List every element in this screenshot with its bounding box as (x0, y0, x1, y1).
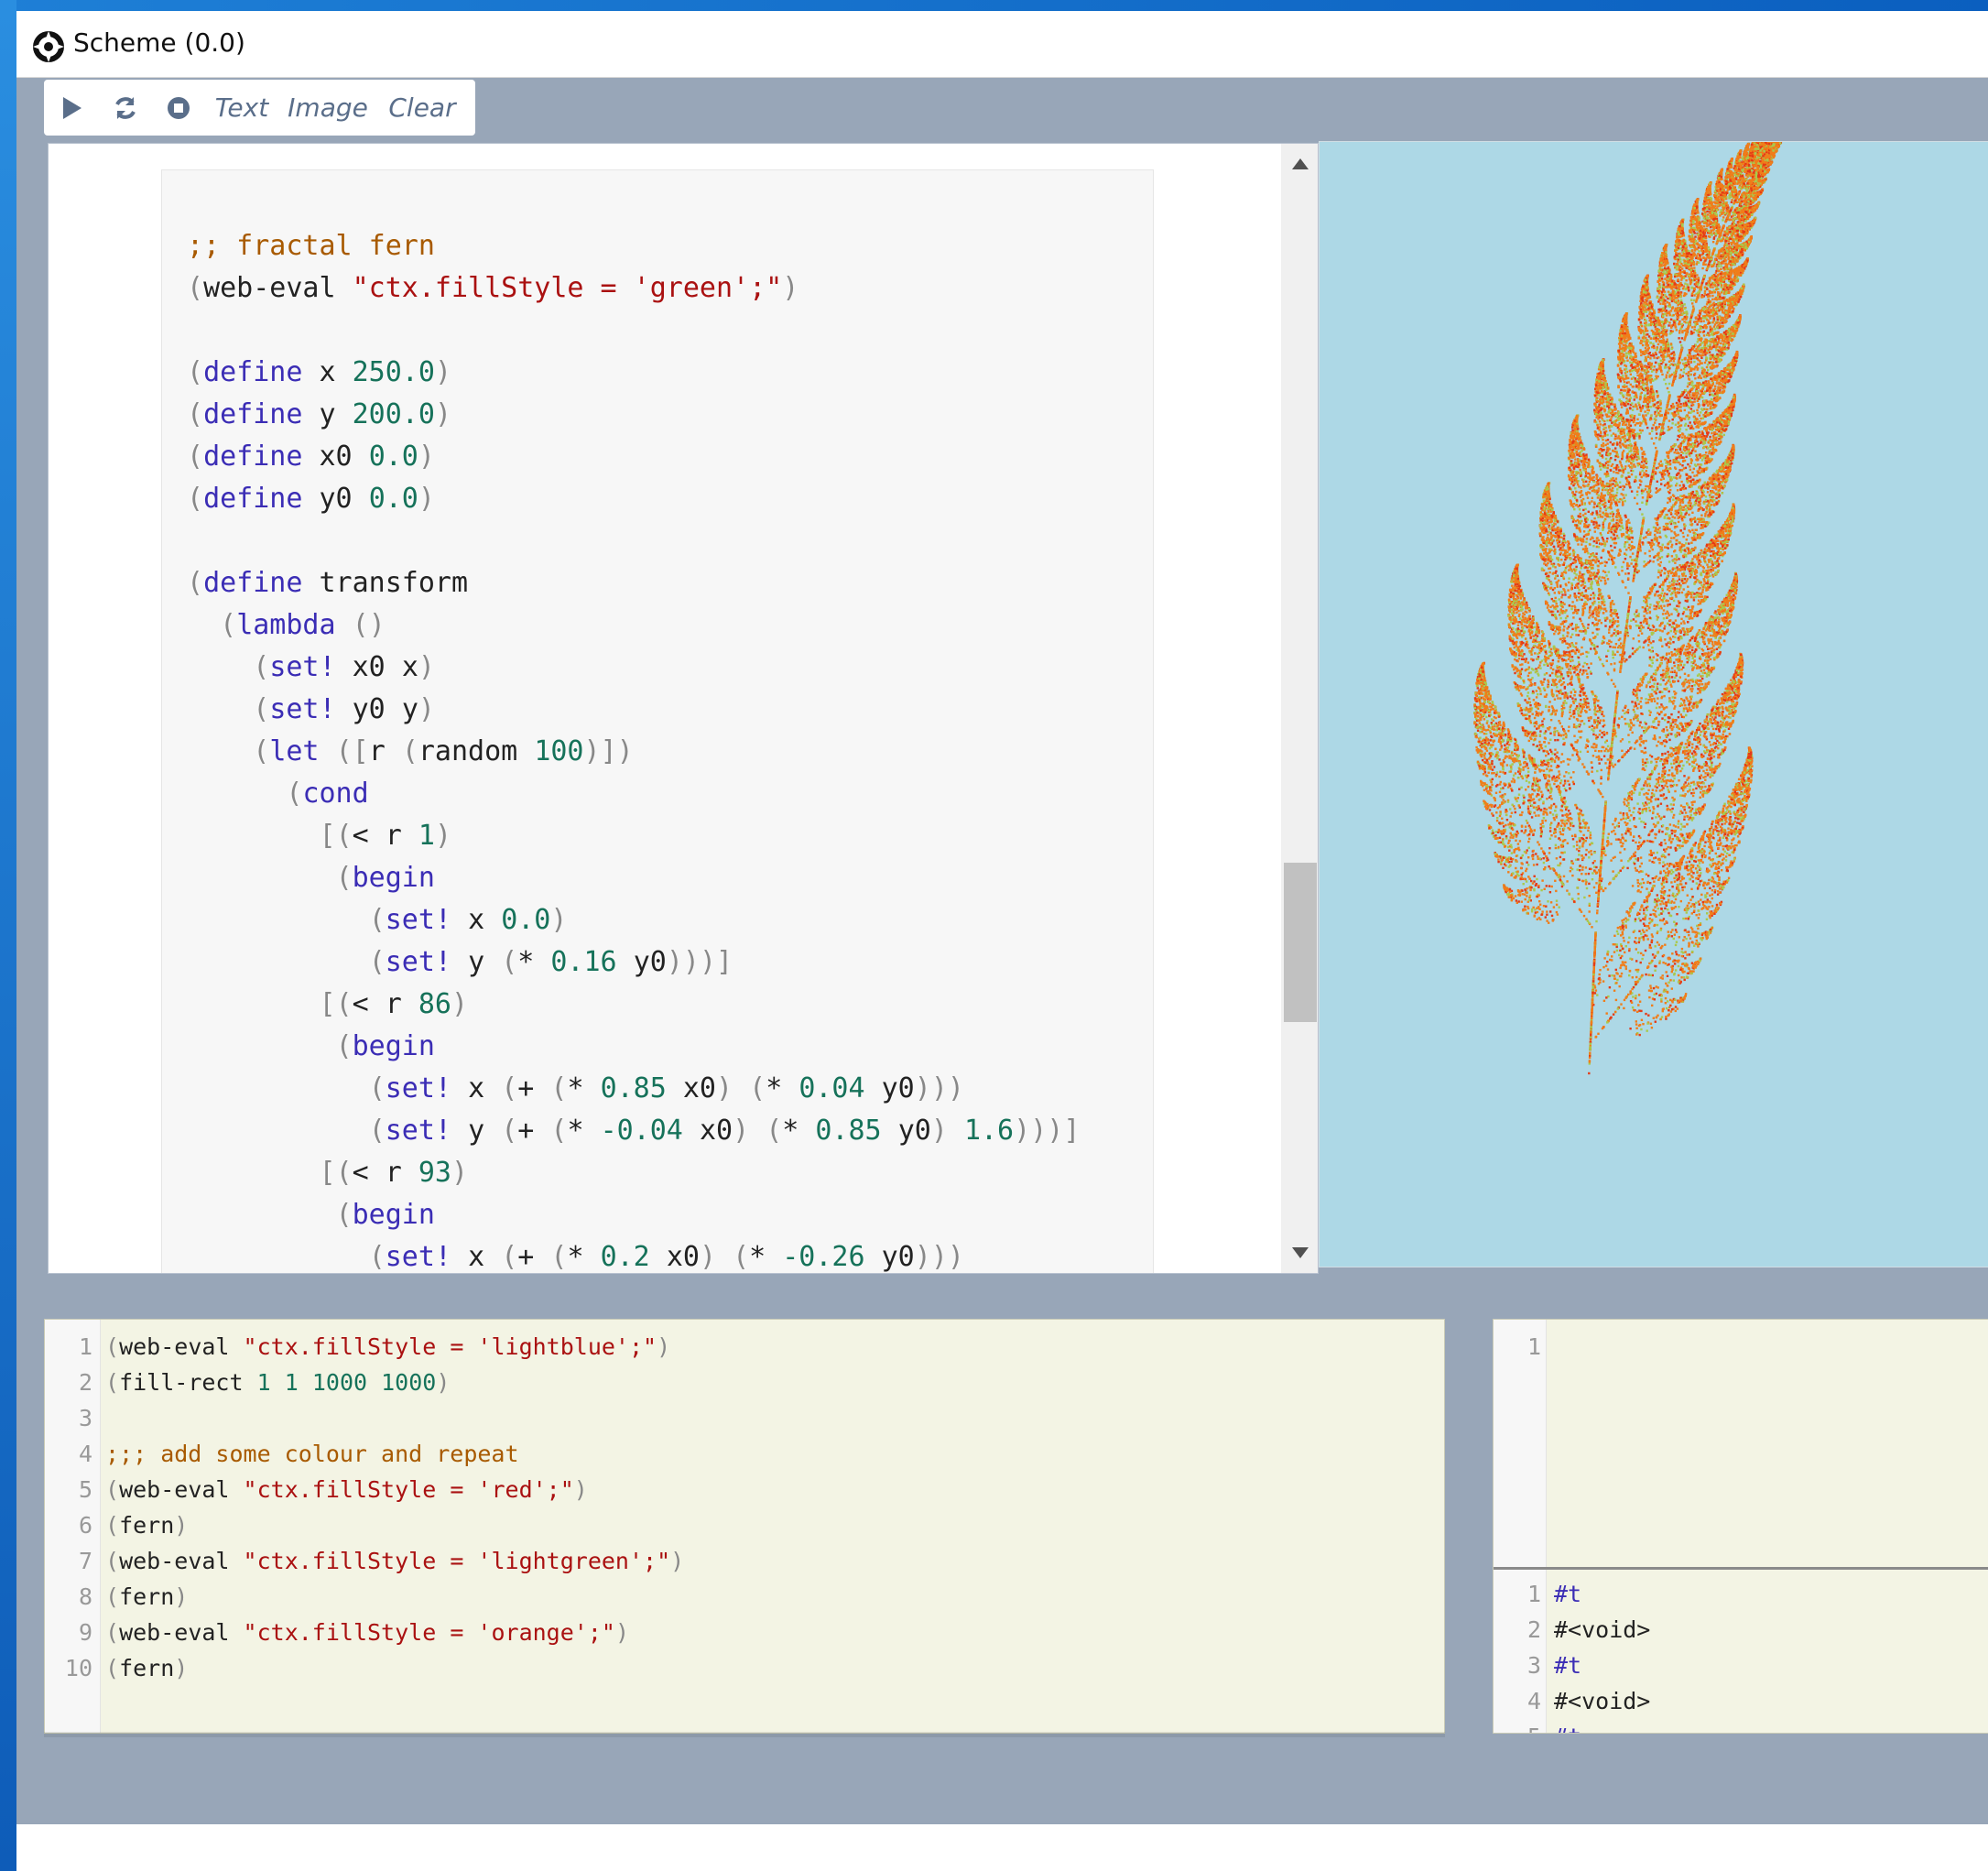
line-number: 7 (45, 1543, 105, 1579)
code-line: (set! x0 x) (187, 651, 435, 683)
code-line: (begin (187, 1030, 435, 1062)
line-number: 9 (45, 1615, 105, 1650)
text-button[interactable]: Text (214, 80, 269, 136)
result-line: #<void> (1554, 1688, 1650, 1714)
editor-scrollbar[interactable] (1281, 144, 1318, 1273)
result-line: #t (1554, 1581, 1581, 1607)
line-number: 4 (45, 1436, 105, 1472)
image-button-label: Image (288, 92, 368, 123)
repl-shadow (44, 1732, 1445, 1737)
code-line: (lambda () (187, 609, 386, 641)
repl-code-text[interactable]: 1 (web-eval "ctx.fillStyle = 'lightblue';… (45, 1329, 684, 1686)
title-bar[interactable]: Scheme (0.0) (16, 11, 1988, 78)
clear-button[interactable]: Clear (388, 80, 456, 136)
app-window: Scheme (0.0) Text Image Clear ;; fractal… (16, 11, 1988, 1871)
repl-line: (fern) (105, 1655, 188, 1681)
code-line: (set! x (+ (* 0.2 x0) (* -0.26 y0))) (187, 1241, 964, 1273)
desktop-background-top (0, 0, 1988, 11)
result-line: #t (1554, 1652, 1581, 1679)
run-button[interactable] (57, 80, 88, 136)
scheme-app-icon (33, 31, 64, 62)
code-line: ;; fractal fern (187, 230, 435, 262)
line-number: 1 (45, 1329, 105, 1365)
code-line: (begin (187, 862, 435, 894)
image-button[interactable]: Image (288, 80, 368, 136)
line-number: 3 (45, 1400, 105, 1436)
code-text[interactable]: ;; fractal fern (web-eval "ctx.fillStyle… (187, 225, 1081, 1273)
reload-button[interactable] (110, 80, 141, 136)
code-line: (define y 200.0) (187, 398, 451, 430)
code-line: (set! y (* 0.16 y0)))] (187, 946, 733, 978)
result-line: #t (1554, 1724, 1581, 1733)
code-editor[interactable]: ;; fractal fern (web-eval "ctx.fillStyle… (48, 143, 1319, 1274)
line-number: 6 (45, 1507, 105, 1543)
result-line: #<void> (1554, 1616, 1650, 1643)
output-panel: 1 1#t 2#<void> 3#t 4#<void> 5#t (1493, 1319, 1988, 1734)
repl-line: ;;; add some colour and repeat (105, 1441, 519, 1467)
code-line: (set! x 0.0) (187, 904, 568, 936)
code-block[interactable]: ;; fractal fern (web-eval "ctx.fillStyle… (161, 169, 1154, 1273)
code-line: (set! x (+ (* 0.85 x0) (* 0.04 y0))) (187, 1072, 964, 1104)
stop-button[interactable] (163, 80, 194, 136)
repl-line: (web-eval "ctx.fillStyle = 'orange';") (105, 1619, 629, 1646)
repl-line: (fill-rect 1 1 1000 1000) (105, 1369, 450, 1396)
desktop-background-left (0, 0, 16, 1871)
code-line: [(< r 86) (187, 988, 469, 1020)
line-number: 2 (45, 1365, 105, 1400)
stop-icon (168, 96, 190, 119)
scroll-down-arrow-icon[interactable] (1292, 1247, 1309, 1258)
refresh-icon (115, 96, 136, 119)
code-line: (set! y (+ (* -0.04 x0) (* 0.85 y0) 1.6)… (187, 1115, 1081, 1147)
repl-line: (fern) (105, 1512, 188, 1539)
line-number: 4 (1494, 1683, 1554, 1719)
status-bar (16, 1824, 1988, 1871)
repl-input-editor[interactable]: 1 (web-eval "ctx.fillStyle = 'lightblue';… (44, 1319, 1445, 1734)
code-line: (cond (187, 778, 368, 810)
play-icon (63, 96, 81, 119)
line-number: 5 (1494, 1719, 1554, 1733)
code-line: (web-eval "ctx.fillStyle = 'green';") (187, 272, 798, 304)
line-number: 2 (1494, 1612, 1554, 1648)
scroll-up-arrow-icon[interactable] (1292, 158, 1309, 169)
output-divider[interactable] (1494, 1567, 1988, 1570)
code-line: [(< r 93) (187, 1157, 469, 1189)
line-number: 8 (45, 1579, 105, 1615)
output-top-lines: 1 (1494, 1329, 1554, 1365)
line-number: 5 (45, 1472, 105, 1507)
code-line: (define x 250.0) (187, 356, 451, 388)
repl-line: (web-eval "ctx.fillStyle = 'red';") (105, 1476, 588, 1503)
code-line: (let ([r (random 100)]) (187, 735, 633, 767)
code-line: (define y0 0.0) (187, 483, 435, 515)
toolbar: Text Image Clear (44, 80, 475, 136)
code-line: (define x0 0.0) (187, 441, 435, 473)
repl-line: (web-eval "ctx.fillStyle = 'lightblue';"… (105, 1333, 670, 1360)
code-line: (begin (187, 1199, 435, 1231)
line-number: 1 (1494, 1576, 1554, 1612)
line-number: 1 (1494, 1329, 1554, 1365)
output-results: 1#t 2#<void> 3#t 4#<void> 5#t (1494, 1576, 1650, 1733)
code-line: (define transform (187, 567, 468, 599)
fractal-fern-image (1473, 142, 1783, 1075)
window-title: Scheme (0.0) (73, 27, 245, 58)
scrollbar-thumb[interactable] (1284, 863, 1317, 1022)
text-button-label: Text (215, 92, 268, 123)
code-line: (set! y0 y) (187, 693, 435, 725)
code-line: [(< r 1) (187, 820, 452, 852)
line-number: 3 (1494, 1648, 1554, 1683)
repl-line: (fern) (105, 1583, 188, 1610)
repl-line: (web-eval "ctx.fillStyle = 'lightgreen';… (105, 1548, 684, 1574)
line-number: 10 (45, 1650, 105, 1686)
drawing-canvas[interactable] (1319, 141, 1988, 1267)
clear-button-label: Clear (388, 92, 455, 123)
